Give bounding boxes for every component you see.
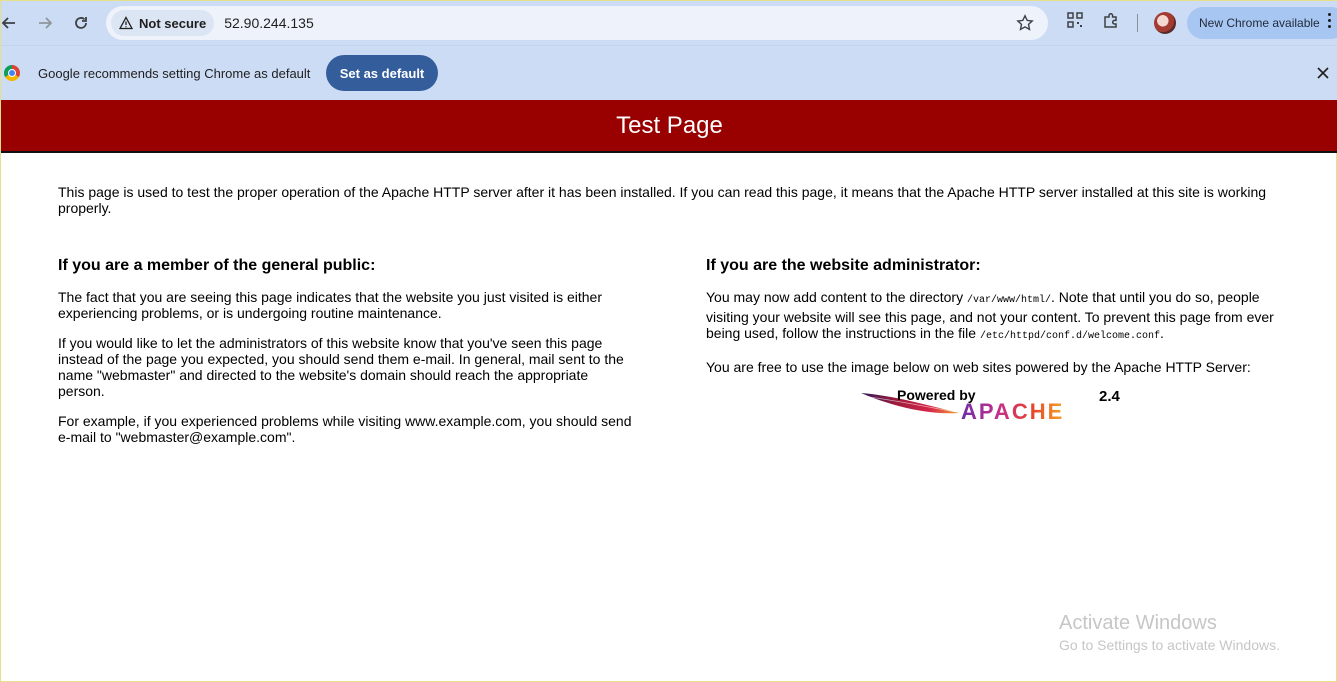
- profile-avatar[interactable]: [1154, 12, 1176, 34]
- reload-icon: [75, 17, 87, 29]
- close-icon[interactable]: [1316, 66, 1330, 80]
- powered-by-apache-logo: Powered by 2.4 APACHE: [861, 387, 1121, 424]
- toolbar-divider: [1137, 14, 1138, 32]
- admin-heading: If you are the website administrator:: [706, 257, 981, 274]
- url-text[interactable]: 52.90.244.135: [224, 15, 314, 31]
- public-paragraph-3: For example, if you experienced problems…: [58, 413, 632, 445]
- back-button[interactable]: [0, 5, 27, 41]
- reload-button[interactable]: [63, 5, 99, 41]
- browser-toolbar: Not secure 52.90.244.135 New Chrome avai…: [1, 1, 1337, 45]
- set-as-default-button[interactable]: Set as default: [326, 55, 438, 91]
- admin-text-a: You may now add content to the directory: [706, 289, 967, 305]
- back-arrow-icon: [1, 17, 15, 29]
- activate-windows-title: Activate Windows: [1059, 612, 1217, 634]
- security-chip[interactable]: Not secure: [111, 10, 215, 36]
- config-file-path: /etc/httpd/conf.d/welcome.conf: [979, 331, 1160, 342]
- address-bar[interactable]: Not secure 52.90.244.135: [106, 6, 1048, 40]
- apache-name: APACHE: [961, 399, 1064, 424]
- apache-version: 2.4: [1099, 388, 1121, 405]
- kebab-menu-icon[interactable]: [1328, 13, 1332, 31]
- page-header: Test Page: [1, 100, 1337, 153]
- admin-paragraph-2: You are free to use the image below on w…: [706, 359, 1251, 375]
- admin-section: If you are the website administrator: Yo…: [706, 257, 1296, 389]
- infobar-message: Google recommends setting Chrome as defa…: [38, 66, 311, 81]
- public-paragraph-2: If you would like to let the administrat…: [58, 335, 624, 399]
- update-label: New Chrome available: [1199, 16, 1320, 30]
- admin-text-c: .: [1159, 325, 1164, 341]
- directory-path: /var/www/html/: [966, 295, 1051, 306]
- star-icon[interactable]: [1016, 14, 1034, 32]
- new-chrome-available-button[interactable]: New Chrome available: [1187, 7, 1337, 39]
- public-section: If you are a member of the general publi…: [58, 257, 638, 459]
- public-paragraph-1: The fact that you are seeing this page i…: [58, 289, 602, 321]
- extensions-puzzle-icon[interactable]: [1102, 12, 1120, 30]
- page-title: Test Page: [616, 111, 723, 139]
- forward-arrow-icon: [39, 17, 53, 29]
- qr-code-icon[interactable]: [1067, 12, 1083, 28]
- default-browser-infobar: Google recommends setting Chrome as defa…: [1, 45, 1337, 100]
- chrome-logo-icon: [4, 65, 20, 81]
- forward-button[interactable]: [27, 5, 63, 41]
- security-label: Not secure: [139, 15, 207, 31]
- activate-windows-subtitle: Go to Settings to activate Windows.: [1059, 637, 1280, 653]
- public-heading: If you are a member of the general publi…: [58, 257, 376, 274]
- warning-triangle-icon: [119, 16, 133, 30]
- intro-paragraph: This page is used to test the proper ope…: [58, 184, 1267, 216]
- admin-paragraph-1: You may now add content to the directory…: [706, 289, 1296, 345]
